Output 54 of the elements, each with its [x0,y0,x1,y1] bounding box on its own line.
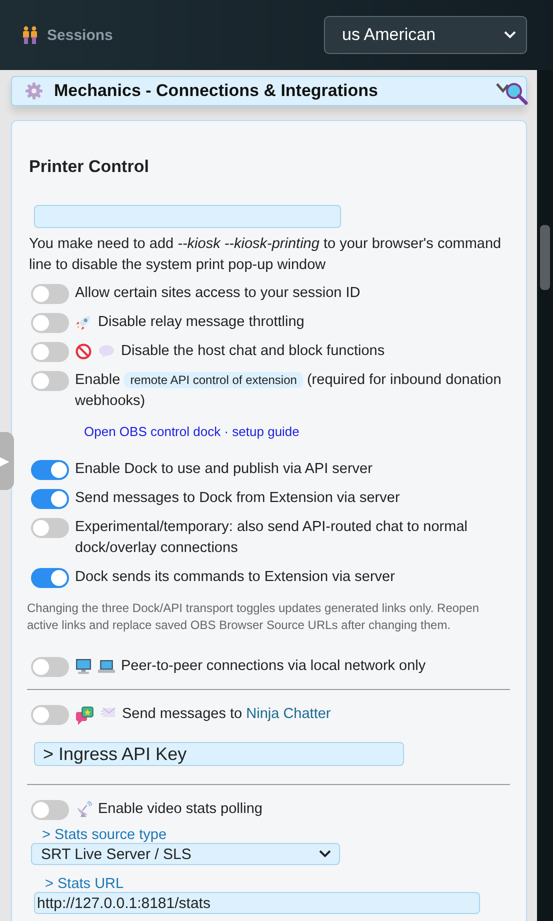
search-icon[interactable] [496,80,528,106]
chevron-down-icon [504,31,516,39]
satellite-dish-icon [75,801,92,818]
people-icon [22,26,38,44]
desktop-computer-icon [75,658,92,675]
toggle-label: Disable the host chat and block functions [121,342,386,361]
section-title: Mechanics - Connections & Integrations [54,81,378,101]
toggle-switch[interactable] [31,705,69,725]
toggle-label: Peer-to-peer connections via local network only [121,657,427,676]
source-type-select[interactable]: SRT Live Server / SLS [31,843,340,865]
input-field[interactable] [34,205,341,228]
toggle-label: Experimental/temporary: also send API-routed chat to normal dock/overlay connections [75,518,468,558]
gear-icon [25,82,43,100]
toggle-switch[interactable] [31,342,69,362]
card-heading: Printer Control [29,157,150,177]
laptop-icon [98,658,115,675]
toggle-switch[interactable] [31,313,69,333]
sessions-label: Sessions [47,26,113,44]
chevron-down-icon [319,850,331,858]
hint-text: Changing the three Dock/API transport toggles updates generated links only. Reopen active links and replace saved OBS Browser Source URLs after changing them. [27,600,480,634]
ninja-chatter-link[interactable]: Ninja Chatter [246,706,331,722]
toggle-switch[interactable] [31,800,69,820]
section-header[interactable]: Mechanics - Connections & Integrations [11,76,527,106]
toggle-switch[interactable] [31,460,69,480]
toggle-switch[interactable] [31,284,69,304]
separator-dot: · [224,424,229,439]
obs-dock-link[interactable]: Open OBS control dock [84,424,221,439]
toggle-switch[interactable] [31,657,69,677]
field-label: > Stats URL [45,877,125,892]
speech-bubble-icon [98,343,115,360]
language-select[interactable]: us American [324,16,527,54]
setup-guide-link[interactable]: setup guide [232,424,300,439]
toggle-label: Disable relay message throttling [98,313,306,332]
toggle-label: Send messages to Dock from Extension via server [75,489,401,508]
field-label: > Stats source type [42,828,168,843]
rocket-icon [75,314,92,331]
url-field[interactable]: http://127.0.0.1:8181/stats [34,892,480,914]
help-text: You make need to add --kiosk --kiosk-printing to your browser's command line to disable the system print pop-up window [29,235,502,275]
toggle-switch[interactable] [31,371,69,391]
toggle-switch[interactable] [31,568,69,588]
toggle-switch[interactable] [31,489,69,509]
prohibited-icon [75,343,92,360]
toggle-switch[interactable] [31,518,69,538]
toggle-label: Send messages to Ninja Chatter [122,705,332,724]
toggle-label: Enable video stats polling [98,800,264,819]
toggle-label: Dock sends its commands to Extension via server [75,568,396,587]
chat-bubbles-icon [75,706,95,726]
feature-tag: remote API control of extension [124,372,303,388]
envelope-icon [101,706,116,718]
toggle-label: Enable remote API control of extension (required for inbound donation webhooks) [75,371,502,411]
toggle-label: Allow certain sites access to your session ID [75,284,362,303]
scrollbar-thumb[interactable] [540,225,550,290]
api-key-field[interactable]: > Ingress API Key [34,742,404,766]
toggle-label: Enable Dock to use and publish via API server [75,460,374,479]
